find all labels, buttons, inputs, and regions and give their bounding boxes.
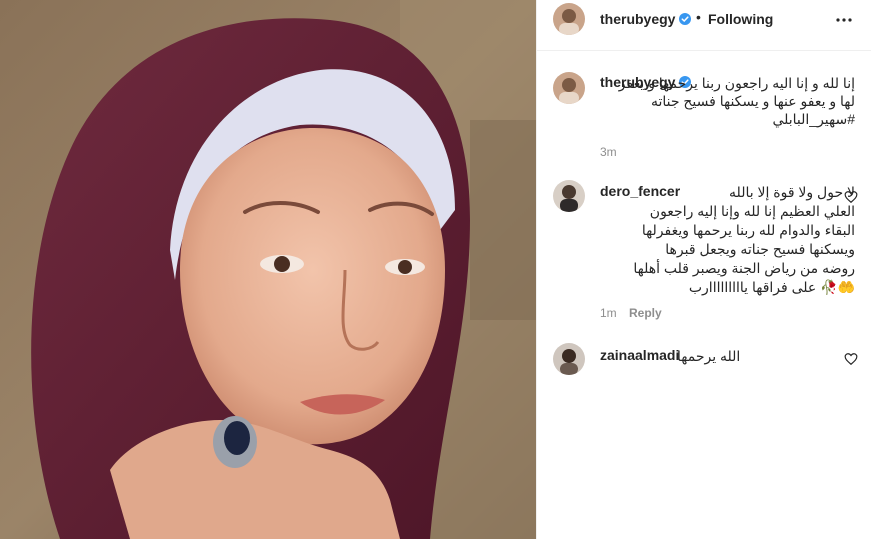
header-separator: • <box>696 9 701 25</box>
comment-text: الله يرحمها <box>677 348 741 364</box>
verified-badge-icon <box>679 13 691 25</box>
following-button[interactable]: Following <box>708 11 773 27</box>
author-username[interactable]: therubyegy <box>600 11 675 27</box>
caption-text: إنا لله و إنا اليه راجعون ربنا يرحمها و … <box>618 75 855 127</box>
more-options-icon[interactable] <box>834 13 854 27</box>
commenter-avatar[interactable] <box>553 343 585 375</box>
comment-username[interactable]: zainaalmadi <box>600 347 679 363</box>
portrait-illustration <box>0 0 536 539</box>
instagram-post-modal: therubyegy • Following therubyegy إنا لل… <box>0 0 871 539</box>
heart-icon[interactable] <box>844 352 858 366</box>
comment-timestamp[interactable]: 1m <box>600 306 617 320</box>
post-photo[interactable] <box>0 0 536 539</box>
post-header: therubyegy • Following <box>537 0 871 51</box>
caption-timestamp[interactable]: 3m <box>600 145 617 159</box>
heart-icon[interactable] <box>844 190 858 204</box>
commenter-avatar[interactable] <box>553 180 585 212</box>
author-avatar[interactable] <box>553 3 585 35</box>
comment-text: لا حول ولا قوة إلا بالله العلي العظيم إن… <box>633 184 855 295</box>
caption-avatar[interactable] <box>553 72 585 104</box>
reply-button[interactable]: Reply <box>629 306 662 320</box>
post-sidebar: therubyegy • Following therubyegy إنا لل… <box>536 0 871 539</box>
